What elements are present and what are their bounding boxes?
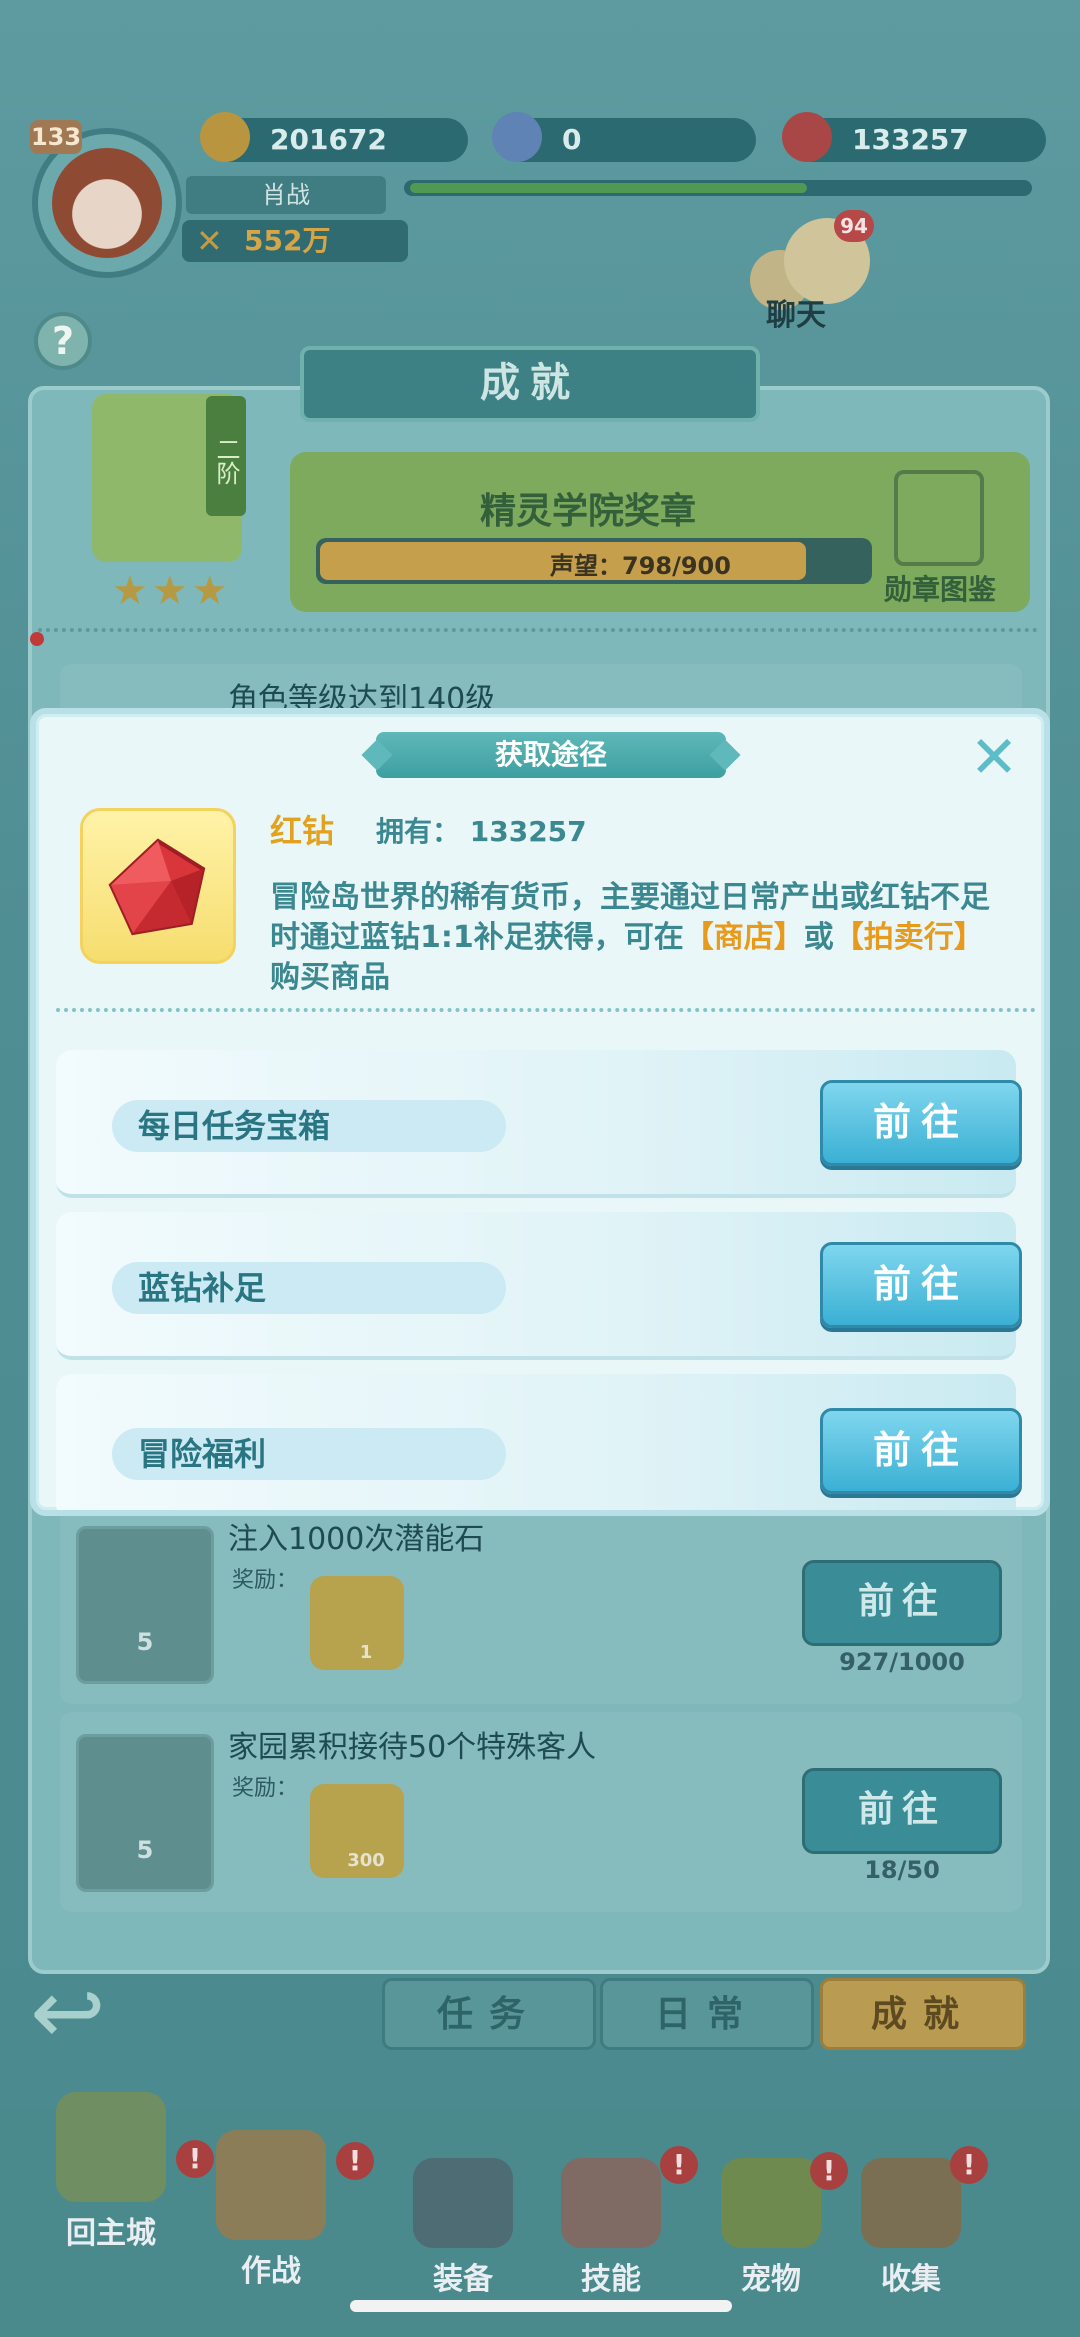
auction-link[interactable]: 【拍卖行】 bbox=[834, 920, 984, 955]
desc-text: 购买商品 bbox=[270, 960, 390, 995]
pet-icon bbox=[721, 2158, 821, 2248]
alert-badge: ! bbox=[336, 2142, 374, 2180]
route-label: 蓝钻补足 bbox=[112, 1262, 506, 1314]
desc-text: 或 bbox=[803, 920, 834, 955]
route-go-button[interactable]: 前往 bbox=[820, 1242, 1022, 1328]
collection-icon bbox=[861, 2158, 961, 2248]
exp-bar-fill bbox=[410, 183, 807, 193]
chat-unread-badge: 94 bbox=[834, 210, 874, 242]
trophy-icon bbox=[76, 1734, 214, 1892]
red-diamond-value: 133257 bbox=[852, 123, 969, 156]
route-label: 冒险福利 bbox=[112, 1428, 506, 1480]
trophy-icon bbox=[76, 1526, 214, 1684]
tab-tasks[interactable]: 任务 bbox=[382, 1978, 596, 2050]
close-icon[interactable]: ✕ bbox=[966, 728, 1022, 788]
route-row-blue-diamond: 蓝钻补足 前往 bbox=[56, 1212, 1022, 1360]
alert-badge: ! bbox=[810, 2152, 848, 2190]
cannon-icon bbox=[413, 2158, 513, 2248]
dialog-title: 获取途径 bbox=[376, 732, 726, 778]
crossed-swords-icon: ✕ bbox=[196, 222, 223, 260]
nav-label: 作战 bbox=[241, 2254, 301, 2289]
nav-label: 技能 bbox=[581, 2262, 641, 2297]
nav-equipment[interactable]: 装备 bbox=[398, 2158, 528, 2298]
medal-rank: 二阶 bbox=[206, 396, 246, 516]
trophy-count: 5 bbox=[136, 1836, 154, 1864]
route-go-button[interactable]: 前往 bbox=[820, 1080, 1022, 1166]
gold-value: 201672 bbox=[270, 123, 387, 156]
medal-book-icon[interactable] bbox=[894, 470, 984, 566]
nav-label: 收集 bbox=[881, 2262, 941, 2297]
gold-coin-icon bbox=[200, 112, 250, 162]
item-owned: 拥有： 133257 bbox=[376, 815, 587, 848]
player-name: 肖战 bbox=[186, 176, 386, 214]
route-row-daily-chest: 每日任务宝箱 前往 bbox=[56, 1050, 1022, 1198]
reward-count: 300 bbox=[347, 1850, 385, 1871]
blue-diamond-value: 0 bbox=[562, 123, 582, 156]
skill-book-icon bbox=[561, 2158, 661, 2248]
home-city-icon bbox=[56, 2092, 166, 2202]
acquire-route-dialog: 获取途径 ✕ 红钻 拥有： 133257 冒险岛世界的稀有货币，主要通过日常产出… bbox=[30, 708, 1050, 1516]
reputation-label: 声望：798/900 bbox=[550, 552, 731, 580]
nav-home-city[interactable]: 回主城 bbox=[46, 2092, 176, 2252]
task-row: 家园累积接待50个特殊客人 5 奖励： 300 前往 18/50 bbox=[60, 1712, 1022, 1912]
tab-achievements[interactable]: 成就 bbox=[820, 1978, 1026, 2050]
nav-label: 宠物 bbox=[741, 2262, 801, 2297]
medal-book-label[interactable]: 勋章图鉴 bbox=[884, 568, 996, 608]
task-progress: 18/50 bbox=[864, 1856, 940, 1884]
avatar[interactable] bbox=[52, 148, 162, 258]
task-go-button[interactable]: 前往 bbox=[802, 1560, 1002, 1646]
back-arrow-icon[interactable]: ↩ bbox=[30, 1968, 140, 2058]
reward-count: 1 bbox=[359, 1642, 373, 1663]
item-description: 冒险岛世界的稀有货币，主要通过日常产出或红钻不足时通过蓝钻1:1补足获得，可在【… bbox=[270, 878, 1010, 998]
shop-link[interactable]: 【商店】 bbox=[684, 920, 804, 955]
trophy-count: 5 bbox=[136, 1628, 154, 1656]
blue-diamond-icon bbox=[492, 112, 542, 162]
divider bbox=[56, 1008, 1036, 1012]
task-title: 注入1000次潜能石 bbox=[228, 1522, 485, 1557]
reward-label: 奖励： bbox=[232, 1568, 299, 1593]
reward-label: 奖励： bbox=[232, 1776, 299, 1801]
nav-battle[interactable]: 作战 bbox=[206, 2130, 336, 2290]
divider bbox=[38, 628, 1038, 632]
red-diamond-icon bbox=[108, 838, 206, 936]
red-diamond-icon bbox=[782, 112, 832, 162]
task-row: 注入1000次潜能石 5 奖励： 1 前往 927/1000 bbox=[60, 1504, 1022, 1704]
nav-skills[interactable]: 技能 bbox=[546, 2158, 676, 2298]
nav-label: 回主城 bbox=[66, 2216, 156, 2251]
panel-title: 成就 bbox=[300, 346, 760, 422]
player-level: 133 bbox=[30, 120, 82, 154]
alert-badge: ! bbox=[660, 2146, 698, 2184]
item-name: 红钻 bbox=[270, 812, 335, 850]
battle-icon bbox=[216, 2130, 326, 2240]
route-row-adventure-welfare: 冒险福利 前往 bbox=[56, 1374, 1022, 1510]
route-go-button[interactable]: 前往 bbox=[820, 1408, 1022, 1494]
tab-daily[interactable]: 日常 bbox=[600, 1978, 814, 2050]
home-indicator[interactable] bbox=[350, 2300, 732, 2312]
help-button[interactable]: ? bbox=[34, 312, 92, 370]
medal-stars: ★★★ bbox=[112, 568, 232, 614]
task-go-button[interactable]: 前往 bbox=[802, 1768, 1002, 1854]
task-title: 家园累积接待50个特殊客人 bbox=[228, 1730, 597, 1765]
chat-label: 聊天 bbox=[766, 298, 826, 333]
task-progress: 927/1000 bbox=[839, 1648, 965, 1676]
medal-name: 精灵学院奖章 bbox=[480, 491, 697, 532]
route-label: 每日任务宝箱 bbox=[112, 1100, 506, 1152]
alert-badge: ! bbox=[950, 2146, 988, 2184]
item-card bbox=[80, 808, 236, 964]
red-dot-indicator bbox=[30, 632, 44, 646]
nav-label: 装备 bbox=[433, 2262, 493, 2297]
